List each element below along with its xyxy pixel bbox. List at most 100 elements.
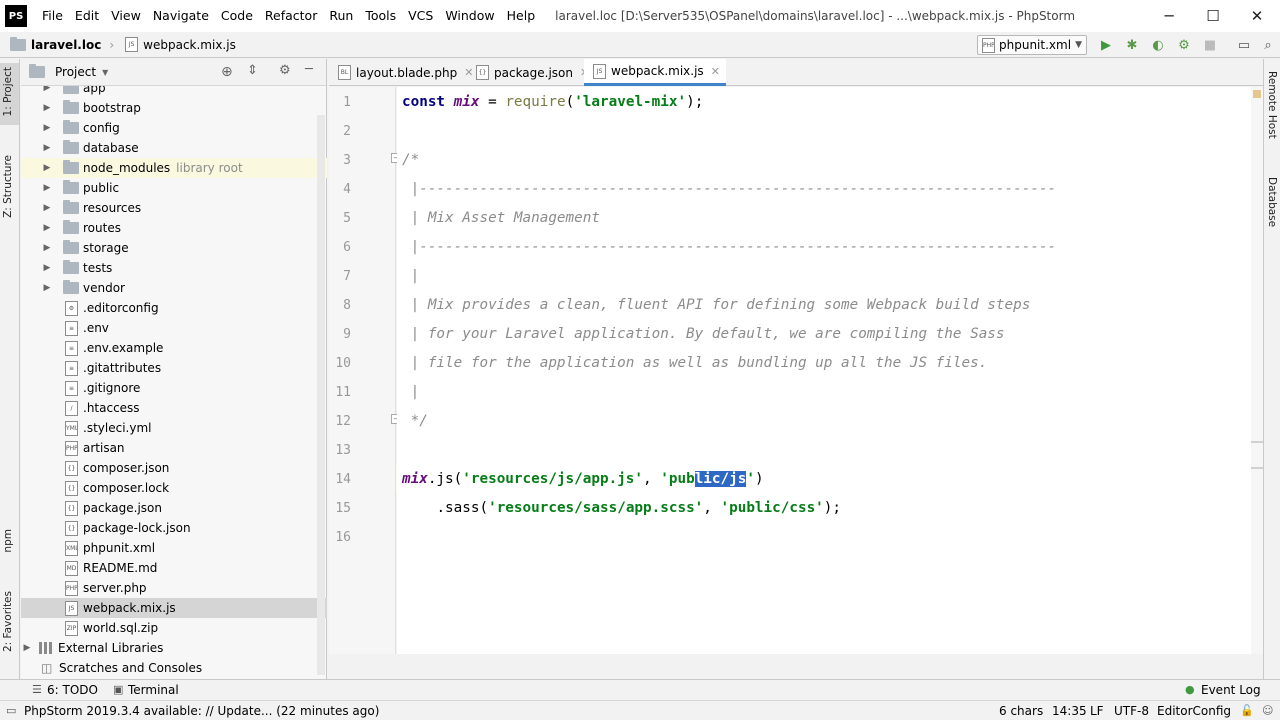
- tree-item[interactable]: ▶ public: [21, 178, 327, 198]
- debug-icon[interactable]: ✱: [1124, 37, 1140, 53]
- tree-item[interactable]: ▶ External Libraries: [21, 638, 327, 658]
- tree-item[interactable]: ▶ routes: [21, 218, 327, 238]
- editor-tab-bar: BL layout.blade.php ✕ {} package.json ✕ …: [329, 59, 1263, 86]
- code-line-4: |---------------------------------------…: [402, 181, 1057, 197]
- menu-help[interactable]: Help: [501, 0, 542, 32]
- tool-tab-terminal[interactable]: Terminal: [128, 683, 179, 697]
- tree-item[interactable]: PHP artisan: [21, 438, 327, 458]
- tool-tab-structure[interactable]: Z: Structure: [2, 155, 14, 218]
- menu-code[interactable]: Code: [215, 0, 259, 32]
- expand-arrow-icon[interactable]: ▶: [41, 223, 53, 233]
- tree-item[interactable]: ≡ .env: [21, 318, 327, 338]
- tree-item[interactable]: ▶ node_modules library root: [21, 158, 327, 178]
- tree-item[interactable]: PHP server.php: [21, 578, 327, 598]
- tree-item[interactable]: JS webpack.mix.js: [21, 598, 327, 618]
- collapse-all-icon[interactable]: ⇕: [247, 63, 258, 78]
- navigation-bar: laravel.loc › JS webpack.mix.js PHP phpu…: [0, 32, 1280, 58]
- tree-item[interactable]: / .htaccess: [21, 398, 327, 418]
- tool-tab-remote-host[interactable]: Remote Host: [1266, 71, 1278, 139]
- tree-item[interactable]: ▶ storage: [21, 238, 327, 258]
- expand-arrow-icon[interactable]: ▶: [41, 243, 53, 253]
- stop-icon[interactable]: ■: [1202, 37, 1218, 53]
- tree-item[interactable]: ≡ .gitattributes: [21, 358, 327, 378]
- expand-arrow-icon[interactable]: ▶: [41, 203, 53, 213]
- menu-tools[interactable]: Tools: [359, 0, 402, 32]
- tool-tab-database[interactable]: Database: [1266, 177, 1278, 227]
- file-encoding[interactable]: UTF-8: [1114, 704, 1149, 718]
- expand-arrow-icon[interactable]: ▶: [21, 643, 33, 653]
- menu-file[interactable]: File: [36, 0, 69, 32]
- tree-item[interactable]: ◫ Scratches and Consoles: [21, 658, 327, 678]
- tree-item[interactable]: ▶ resources: [21, 198, 327, 218]
- breadcrumb-project[interactable]: laravel.loc: [8, 36, 102, 52]
- inspector-icon[interactable]: ☺: [1262, 704, 1273, 717]
- expand-arrow-icon[interactable]: ▶: [41, 103, 53, 113]
- tree-item[interactable]: {} package.json: [21, 498, 327, 518]
- expand-arrow-icon[interactable]: ▶: [41, 143, 53, 153]
- tree-item[interactable]: ≡ .gitignore: [21, 378, 327, 398]
- run-configuration-select[interactable]: PHP phpunit.xml ▼: [977, 35, 1087, 55]
- coverage-icon[interactable]: ◐: [1150, 37, 1166, 53]
- settings-gear-icon[interactable]: ⚙: [279, 63, 291, 78]
- analysis-status-icon[interactable]: [1253, 90, 1261, 98]
- tree-item[interactable]: ▶ tests: [21, 258, 327, 278]
- tree-item[interactable]: {} composer.lock: [21, 478, 327, 498]
- tool-tab-project[interactable]: 1: Project: [2, 67, 14, 116]
- editorconfig-indicator[interactable]: EditorConfig: [1157, 704, 1231, 718]
- project-panel-title[interactable]: Project: [55, 65, 96, 79]
- tree-item[interactable]: ▶ bootstrap: [21, 98, 327, 118]
- menu-view[interactable]: View: [105, 0, 147, 32]
- tree-item[interactable]: ZIP world.sql.zip: [21, 618, 327, 638]
- profile-icon[interactable]: ⚙: [1176, 37, 1192, 53]
- expand-arrow-icon[interactable]: ▶: [41, 263, 53, 273]
- tree-scrollbar[interactable]: [317, 115, 325, 675]
- tab-webpack-mix[interactable]: JS webpack.mix.js ✕: [584, 59, 726, 86]
- tab-package-json[interactable]: {} package.json ✕: [467, 59, 595, 86]
- menu-vcs[interactable]: VCS: [402, 0, 439, 32]
- menu-refactor[interactable]: Refactor: [259, 0, 323, 32]
- menu-edit[interactable]: Edit: [69, 0, 105, 32]
- locate-icon[interactable]: ⊕: [221, 64, 233, 80]
- menu-run[interactable]: Run: [323, 0, 359, 32]
- maximize-button[interactable]: ☐: [1190, 0, 1236, 32]
- line-separator[interactable]: LF: [1090, 704, 1104, 718]
- tree-item[interactable]: XML phpunit.xml: [21, 538, 327, 558]
- project-structure-icon[interactable]: ▭: [1236, 37, 1252, 53]
- tree-item[interactable]: {} package-lock.json: [21, 518, 327, 538]
- status-message[interactable]: PhpStorm 2019.3.4 available: // Update..…: [24, 704, 379, 718]
- tree-item[interactable]: ▶ database: [21, 138, 327, 158]
- tree-item[interactable]: MD README.md: [21, 558, 327, 578]
- close-window-button[interactable]: ✕: [1234, 0, 1280, 32]
- expand-arrow-icon[interactable]: ▶: [41, 283, 53, 293]
- expand-arrow-icon[interactable]: ▶: [41, 183, 53, 193]
- tree-item[interactable]: ▶ vendor: [21, 278, 327, 298]
- tree-item[interactable]: ≡ .env.example: [21, 338, 327, 358]
- close-tab-icon[interactable]: ✕: [711, 65, 720, 78]
- tool-tab-npm[interactable]: npm: [2, 529, 14, 553]
- minimize-button[interactable]: ─: [1146, 0, 1192, 32]
- search-icon[interactable]: ⌕: [1260, 37, 1276, 53]
- menu-window[interactable]: Window: [439, 0, 500, 32]
- breadcrumb-file[interactable]: JS webpack.mix.js: [122, 37, 236, 52]
- tree-item[interactable]: YML .styleci.yml: [21, 418, 327, 438]
- run-icon[interactable]: ▶: [1098, 37, 1114, 53]
- breadcrumb-project-label: laravel.loc: [31, 37, 102, 52]
- hide-panel-icon[interactable]: ─: [305, 62, 313, 77]
- expand-arrow-icon[interactable]: ▶: [41, 163, 53, 173]
- expand-arrow-icon[interactable]: ▶: [41, 123, 53, 133]
- tab-layout-blade[interactable]: BL layout.blade.php ✕: [329, 59, 479, 86]
- expand-arrow-icon[interactable]: ▶: [41, 86, 53, 93]
- editor-scrollbar[interactable]: [1251, 87, 1263, 654]
- lock-icon[interactable]: 🔓: [1240, 704, 1254, 717]
- tree-item[interactable]: ⚙ .editorconfig: [21, 298, 327, 318]
- tree-item[interactable]: {} composer.json: [21, 458, 327, 478]
- tool-tab-favorites[interactable]: 2: Favorites: [2, 591, 14, 652]
- caret-position[interactable]: 14:35: [1052, 704, 1087, 718]
- tree-item[interactable]: ▶ app: [21, 86, 327, 98]
- chevron-down-icon[interactable]: ▼: [102, 68, 108, 77]
- menu-navigate[interactable]: Navigate: [147, 0, 215, 32]
- code-editor[interactable]: const mix = require('laravel-mix'); /* |…: [397, 87, 1251, 654]
- tool-tab-todo[interactable]: 6: TODO: [47, 683, 98, 697]
- tree-item[interactable]: ▶ config: [21, 118, 327, 138]
- tool-tab-event-log[interactable]: Event Log: [1201, 683, 1261, 697]
